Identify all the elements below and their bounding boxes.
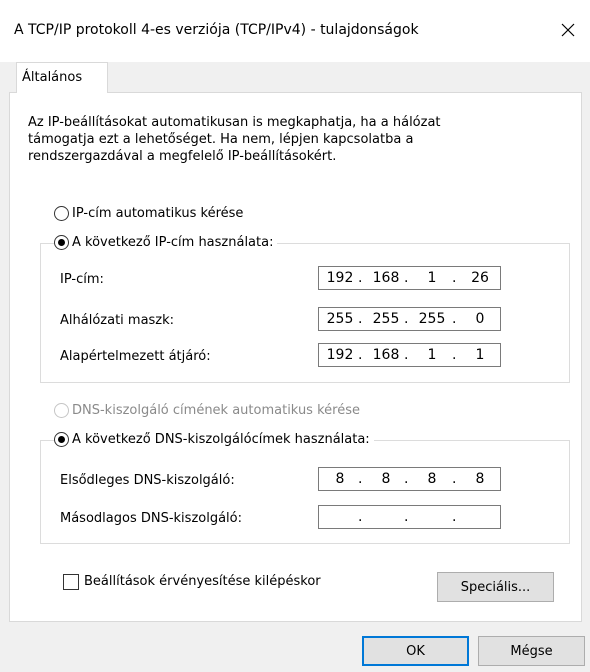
validate-on-exit-label[interactable]: Beállítások érvényesítése kilépéskor	[84, 574, 321, 589]
dns-auto-radio-option[interactable]: DNS-kiszolgáló címének automatikus kérés…	[54, 403, 364, 418]
default-gateway-label: Alapértelmezett átjáró:	[60, 349, 211, 364]
octet-1: 8	[335, 471, 345, 487]
close-button[interactable]	[546, 12, 590, 48]
octet-dot: .	[358, 347, 363, 363]
validate-on-exit-checkbox[interactable]	[63, 574, 79, 590]
ip-address-input[interactable]: 192 . 168 . 1 . 26	[318, 266, 501, 290]
octet-dot: .	[404, 471, 409, 487]
default-gateway-input[interactable]: 192 . 168 . 1 . 1	[318, 343, 501, 367]
octet-dot: .	[404, 509, 409, 525]
octet-4: 0	[475, 311, 485, 327]
ok-button[interactable]: OK	[362, 636, 469, 666]
octet-dot: .	[404, 347, 409, 363]
window-title: A TCP/IP protokoll 4-es verziója (TCP/IP…	[14, 22, 419, 38]
tab-general[interactable]: Általános	[16, 62, 108, 93]
octet-dot: .	[452, 509, 457, 525]
subnet-mask-input[interactable]: 255 . 255 . 255 . 0	[318, 307, 501, 331]
octet-2: 168	[372, 347, 400, 363]
subnet-mask-label: Alhálózati maszk:	[60, 313, 175, 328]
title-bar: A TCP/IP protokoll 4-es verziója (TCP/IP…	[0, 0, 590, 62]
description-line: támogatja ezt a lehetőséget. Ha nem, lép…	[28, 132, 414, 147]
octet-1: 192	[326, 347, 354, 363]
advanced-button[interactable]: Speciális...	[437, 572, 554, 602]
dns-manual-radio[interactable]	[54, 432, 69, 447]
preferred-dns-input[interactable]: 8 . 8 . 8 . 8	[318, 467, 501, 491]
ip-address-label: IP-cím:	[60, 272, 104, 287]
ok-button-label: OK	[406, 643, 425, 659]
octet-dot: .	[358, 270, 363, 286]
description-text: Az IP-beállításokat automatikusan is meg…	[28, 114, 528, 165]
octet-2: 255	[372, 311, 400, 327]
octet-3: 8	[427, 471, 437, 487]
ip-manual-radio[interactable]	[54, 235, 69, 250]
alternate-dns-input[interactable]: . . .	[318, 505, 501, 529]
octet-dot: .	[452, 270, 457, 286]
octet-1: 255	[326, 311, 354, 327]
cancel-button[interactable]: Mégse	[478, 636, 585, 666]
tab-general-label: Általános	[22, 70, 83, 85]
close-icon	[561, 23, 575, 37]
ip-manual-label: A következő IP-cím használata:	[72, 235, 274, 250]
octet-4: 1	[475, 347, 485, 363]
dns-manual-label: A következő DNS-kiszolgálócímek használa…	[72, 432, 370, 447]
octet-dot: .	[358, 311, 363, 327]
octet-dot: .	[358, 471, 363, 487]
preferred-dns-label: Elsődleges DNS-kiszolgáló:	[60, 473, 235, 488]
octet-4: 8	[475, 471, 485, 487]
octet-dot: .	[452, 347, 457, 363]
advanced-button-label: Speciális...	[460, 579, 531, 595]
alternate-dns-label: Másodlagos DNS-kiszolgáló:	[60, 511, 242, 526]
ip-auto-radio-option[interactable]: IP-cím automatikus kérése	[54, 206, 248, 221]
octet-1: 192	[326, 270, 354, 286]
dns-auto-label: DNS-kiszolgáló címének automatikus kérés…	[72, 403, 360, 418]
octet-dot: .	[452, 311, 457, 327]
octet-3: 1	[427, 347, 437, 363]
octet-4: 26	[471, 270, 489, 286]
dns-manual-radio-option[interactable]: A következő DNS-kiszolgálócímek használa…	[54, 432, 374, 447]
octet-2: 168	[372, 270, 400, 286]
octet-dot: .	[404, 311, 409, 327]
description-line: Az IP-beállításokat automatikusan is meg…	[28, 115, 441, 130]
cancel-button-label: Mégse	[510, 643, 553, 659]
description-line: rendszergazdával a megfelelő IP-beállítá…	[28, 149, 337, 164]
octet-3: 1	[427, 270, 437, 286]
ip-manual-radio-option[interactable]: A következő IP-cím használata:	[54, 235, 278, 250]
octet-2: 8	[381, 471, 391, 487]
ip-auto-label: IP-cím automatikus kérése	[72, 206, 244, 221]
octet-dot: .	[452, 471, 457, 487]
octet-dot: .	[404, 270, 409, 286]
octet-3: 255	[418, 311, 446, 327]
octet-dot: .	[358, 509, 363, 525]
dns-auto-radio[interactable]	[54, 403, 69, 418]
ip-auto-radio[interactable]	[54, 206, 69, 221]
